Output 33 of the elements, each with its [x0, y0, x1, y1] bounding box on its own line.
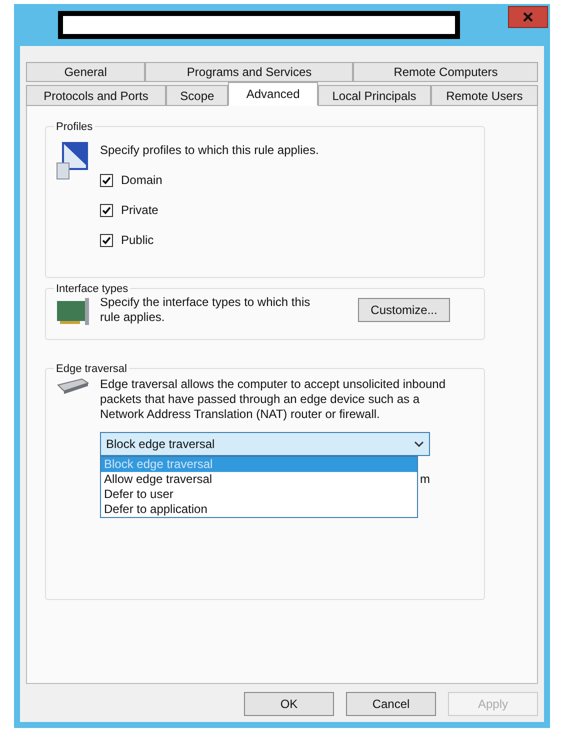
- group-title: Interface types: [54, 281, 130, 298]
- network-adapter-icon: [56, 377, 90, 395]
- edge-description: Edge traversal allows the computer to accept unsolicited inbound packets that have passed through an edge device such as a Network Address Translation (NAT) router or firewall.: [100, 377, 447, 422]
- tab[interactable]: Programs and Services: [145, 62, 354, 82]
- customize-button[interactable]: Customize...: [358, 298, 450, 322]
- checkbox-label: Public: [121, 232, 154, 249]
- dropdown[interactable]: Block edge traversal: [100, 432, 430, 456]
- tab[interactable]: Protocols and Ports: [26, 85, 166, 106]
- tab[interactable]: General: [26, 62, 146, 82]
- dropdown-option[interactable]: Defer to user: [101, 487, 417, 502]
- close-button[interactable]: [508, 6, 548, 28]
- dialog-button[interactable]: OK: [244, 692, 334, 716]
- checkbox-label: Private: [121, 202, 158, 219]
- dropdown-option[interactable]: Allow edge traversal: [101, 472, 417, 487]
- monitor-icon: [56, 141, 90, 181]
- group-title: Edge traversal: [54, 361, 129, 378]
- checkbox[interactable]: [100, 174, 113, 186]
- network-card-icon: [56, 295, 90, 327]
- profiles-description: Specify profiles to which this rule applies.: [100, 142, 319, 159]
- dialog-button[interactable]: Cancel: [346, 692, 436, 716]
- close-icon: [523, 12, 533, 22]
- checkbox[interactable]: [100, 234, 113, 246]
- covered-text: m: [420, 471, 430, 488]
- checkbox[interactable]: [100, 204, 113, 216]
- tab[interactable]: Advanced: [228, 82, 318, 106]
- tab[interactable]: Local Principals: [318, 85, 431, 106]
- dropdown-option[interactable]: Defer to application: [101, 502, 417, 517]
- tab[interactable]: Scope: [166, 85, 228, 106]
- chevron-down-icon: [414, 441, 424, 447]
- checkbox-label: Domain: [121, 172, 162, 189]
- interface-description: Specify the interface types to which this rule applies.: [100, 295, 312, 325]
- tab[interactable]: Remote Computers: [353, 62, 538, 82]
- tab[interactable]: Remote Users: [430, 85, 538, 106]
